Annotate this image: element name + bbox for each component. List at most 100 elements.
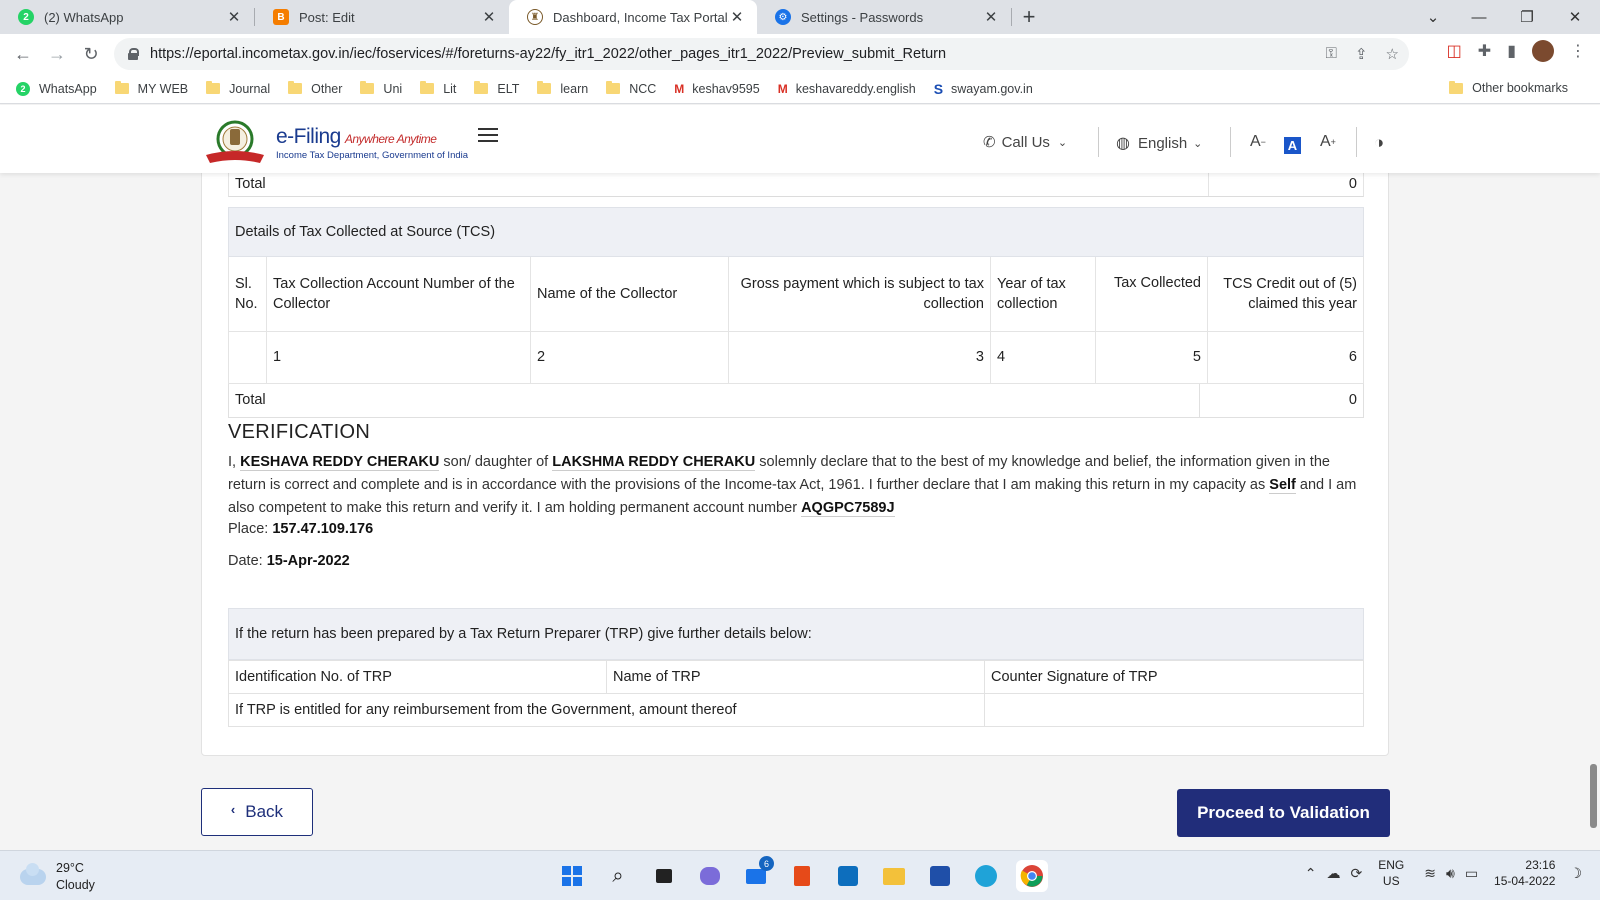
- cell-tan: 1: [266, 331, 531, 383]
- weather-widget[interactable]: 29°C Cloudy: [20, 860, 95, 894]
- search-icon[interactable]: ⌕: [602, 860, 634, 892]
- close-icon[interactable]: ✕: [729, 8, 745, 26]
- bookmark-keshav9595[interactable]: Mkeshav9595: [674, 82, 759, 96]
- star-icon[interactable]: ☆: [1386, 45, 1399, 63]
- cloud-icon: [20, 863, 46, 885]
- tcs-total-row: Total 0: [228, 383, 1364, 418]
- extension-shield-icon[interactable]: ◫: [1447, 41, 1462, 61]
- onedrive-icon[interactable]: ☁: [1327, 865, 1341, 882]
- proceed-to-validation-button[interactable]: Proceed to Validation: [1177, 789, 1390, 837]
- minimize-button[interactable]: —: [1456, 0, 1502, 34]
- bookmark-my-web[interactable]: MY WEB: [114, 81, 188, 96]
- call-us-dropdown[interactable]: ✆ Call Us ⌄: [983, 133, 1067, 152]
- tab-whatsapp[interactable]: 2 (2) WhatsApp ✕: [0, 0, 254, 34]
- close-window-button[interactable]: ✕: [1552, 0, 1598, 34]
- bookmark-other-bookmarks[interactable]: Other bookmarks: [1449, 80, 1568, 95]
- tab-income-tax-dashboard[interactable]: ♜ Dashboard, Income Tax Portal, Go ✕: [509, 0, 757, 34]
- income-tax-emblem-icon[interactable]: [202, 119, 268, 165]
- file-explorer-icon[interactable]: [878, 860, 910, 892]
- cell-gross-payment: 3: [728, 331, 991, 383]
- cell-tcs-credit: 6: [1348, 349, 1357, 365]
- chevron-up-icon[interactable]: ⌃: [1305, 865, 1317, 882]
- back-arrow-icon[interactable]: ←: [6, 37, 40, 71]
- mail-icon[interactable]: 6: [740, 856, 774, 892]
- place-value: 157.47.109.176: [272, 521, 374, 537]
- side-panel-icon[interactable]: ▮: [1507, 41, 1516, 61]
- share-icon[interactable]: ⇪: [1355, 45, 1368, 63]
- gmail-icon: M: [674, 81, 685, 96]
- bookmark-keshavareddy-english[interactable]: Mkeshavareddy.english: [778, 82, 916, 96]
- close-icon[interactable]: ✕: [226, 8, 242, 26]
- bookmark-journal[interactable]: Journal: [206, 81, 271, 96]
- menu-kebab-icon[interactable]: ⋮: [1570, 41, 1586, 61]
- font-increase-label: A: [1320, 133, 1331, 150]
- page-scrollbar[interactable]: [1590, 764, 1597, 828]
- date-value: 15-Apr-2022: [266, 553, 350, 569]
- contrast-toggle-icon[interactable]: ◑: [1374, 133, 1384, 153]
- bookmark-elt[interactable]: ELT: [474, 81, 519, 96]
- efiling-logo[interactable]: e-Filing Anywhere Anytime Income Tax Depa…: [276, 125, 468, 161]
- chat-icon[interactable]: [694, 860, 726, 892]
- close-icon[interactable]: ✕: [983, 8, 999, 26]
- font-decrease-button[interactable]: A −: [1250, 133, 1266, 151]
- bookmark-learn[interactable]: learn: [537, 81, 588, 96]
- tab-search-icon[interactable]: ⌄: [1410, 0, 1456, 34]
- reload-icon[interactable]: ↻: [74, 37, 108, 71]
- key-icon[interactable]: ⚿: [1326, 45, 1337, 63]
- tcs-table: Sl. No. Tax Collection Account Number of…: [228, 257, 1364, 384]
- folder-icon: [474, 81, 489, 94]
- notification-icon[interactable]: ☽: [1569, 865, 1582, 882]
- back-button[interactable]: ‹ Back: [201, 788, 313, 836]
- bookmark-lit[interactable]: Lit: [420, 81, 456, 96]
- gear-icon: ⚙: [775, 9, 791, 25]
- bookmark-label: Journal: [229, 81, 271, 96]
- folder-icon: [420, 81, 435, 94]
- clock[interactable]: 23:16 15-04-2022: [1494, 857, 1555, 889]
- bookmark-whatsapp[interactable]: 2 WhatsApp: [16, 81, 97, 96]
- blogger-icon: B: [273, 9, 289, 25]
- office-icon[interactable]: [786, 860, 818, 892]
- tcs-heading: Details of Tax Collected at Source (TCS): [228, 207, 1364, 257]
- close-icon[interactable]: ✕: [481, 8, 497, 26]
- gmail-icon: M: [777, 81, 788, 96]
- total-label: Total: [229, 383, 1200, 417]
- security-app-icon[interactable]: [924, 860, 956, 892]
- address-bar[interactable]: https://eportal.incometax.gov.in/iec/fos…: [114, 38, 1409, 70]
- language-indicator[interactable]: ENG US: [1378, 857, 1404, 889]
- bookmark-uni[interactable]: Uni: [360, 81, 402, 96]
- hamburger-menu-icon[interactable]: [478, 128, 498, 142]
- whatsapp-icon: 2: [18, 9, 34, 25]
- font-increase-button[interactable]: A +: [1320, 133, 1336, 151]
- forward-arrow-icon[interactable]: →: [40, 37, 74, 71]
- tab-post-edit[interactable]: B Post: Edit ✕: [255, 0, 509, 34]
- bookmark-ncc[interactable]: NCC: [606, 81, 656, 96]
- avatar[interactable]: [1532, 40, 1554, 62]
- trp-name-label: Name of TRP: [606, 660, 985, 694]
- volume-icon[interactable]: 🔊︎: [1446, 865, 1455, 882]
- new-tab-button[interactable]: +: [1012, 0, 1046, 34]
- chrome-icon[interactable]: [1016, 860, 1048, 892]
- col-tax-collected: Tax Collected: [1095, 257, 1208, 331]
- header-divider: [1356, 127, 1357, 157]
- battery-icon[interactable]: ▭: [1465, 865, 1478, 882]
- bookmark-label: Other: [311, 81, 343, 96]
- tab-settings-passwords[interactable]: ⚙ Settings - Passwords ✕: [757, 0, 1011, 34]
- font-default-button[interactable]: A: [1284, 137, 1301, 154]
- verification-text: son/ daughter of: [443, 454, 549, 470]
- windows-start-icon[interactable]: [556, 860, 588, 892]
- restore-button[interactable]: ❐: [1504, 0, 1550, 34]
- bookmark-swayam[interactable]: Sswayam.gov.in: [934, 81, 1033, 97]
- browser-tab-strip: 2 (2) WhatsApp ✕ B Post: Edit ✕ ♜ Dashbo…: [0, 0, 1600, 34]
- tcs-header-row: Sl. No. Tax Collection Account Number of…: [228, 257, 1364, 331]
- task-view-icon[interactable]: [648, 860, 680, 892]
- verification-text: I,: [228, 454, 237, 470]
- sync-icon[interactable]: ⟳: [1351, 865, 1363, 882]
- dell-icon[interactable]: [832, 860, 864, 892]
- trp-reimbursement-value: [984, 693, 1364, 727]
- puzzle-icon[interactable]: ✚: [1478, 41, 1491, 61]
- edge-icon[interactable]: [970, 860, 1002, 892]
- bookmark-other[interactable]: Other: [288, 81, 343, 96]
- wifi-icon[interactable]: ≋: [1424, 865, 1436, 882]
- language-dropdown[interactable]: ◍ English ⌄: [1116, 133, 1202, 153]
- logo-subtitle: Income Tax Department, Government of Ind…: [276, 150, 469, 161]
